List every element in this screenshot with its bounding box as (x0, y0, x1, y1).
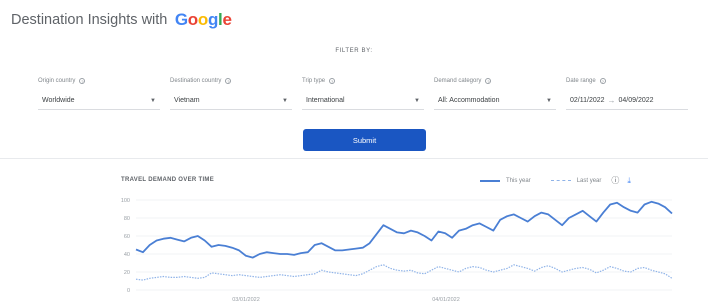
divider (0, 158, 708, 159)
trip-type-value: International (306, 97, 345, 104)
date-range-field: Date range? 02/11/2022 → 04/09/2022 (566, 78, 688, 112)
trip-type-select[interactable]: International ▼ (302, 92, 424, 110)
filter-title: FILTER BY: (335, 48, 373, 54)
help-icon[interactable]: ? (599, 78, 606, 84)
series-line-this-year (135, 200, 673, 259)
arrow-right-icon: → (607, 95, 616, 105)
help-icon[interactable]: ⓘ (611, 175, 619, 186)
origin-country-value: Worldwide (42, 97, 75, 104)
page-header: Destination Insights with Google (11, 10, 232, 30)
download-icon[interactable]: ⤓ (627, 176, 631, 186)
destination-country-label: Destination country (170, 78, 222, 84)
legend-swatch-this-year (480, 179, 500, 182)
destination-country-select[interactable]: Vietnam ▼ (170, 92, 292, 110)
chevron-down-icon: ▼ (414, 98, 420, 104)
destination-country-value: Vietnam (174, 97, 200, 104)
submit-button[interactable]: Submit (303, 129, 426, 151)
date-range-label: Date range (566, 78, 596, 84)
origin-country-label: Origin country (38, 78, 76, 84)
help-icon[interactable]: ? (79, 78, 86, 84)
date-range-end[interactable]: 04/09/2022 (619, 92, 654, 110)
legend-last-year: Last year (576, 177, 602, 184)
chart-title: TRAVEL DEMAND OVER TIME (121, 177, 215, 183)
x-tick-label: 03/01/2022 (232, 297, 260, 303)
google-logo: Google (174, 10, 232, 29)
legend-this-year: This year (506, 177, 531, 184)
legend-swatch-last-year (550, 180, 571, 181)
trip-type-field: Trip type? International ▼ (302, 78, 424, 112)
demand-category-label: Demand category (434, 78, 482, 84)
origin-country-field: Origin country? Worldwide ▼ (38, 78, 160, 112)
y-tick-label: 20 (124, 270, 130, 276)
page-title: Destination Insights with (11, 12, 168, 28)
help-icon[interactable]: ? (225, 78, 232, 84)
help-icon[interactable]: ? (329, 78, 336, 84)
y-tick-label: 80 (124, 216, 130, 222)
chevron-down-icon: ▼ (150, 98, 156, 104)
demand-category-field: Demand category? All: Accommodation ▼ (434, 78, 556, 112)
travel-demand-chart: 0 20 40 60 80 100 03/01/2022 04/01/2022 (121, 198, 673, 303)
date-range-start[interactable]: 02/11/2022 (570, 92, 605, 110)
origin-country-select[interactable]: Worldwide ▼ (38, 92, 160, 110)
demand-category-select[interactable]: All: Accommodation ▼ (434, 92, 556, 110)
series-line-last-year (135, 264, 673, 281)
y-tick-label: 40 (124, 252, 130, 258)
x-tick-label: 04/01/2022 (432, 297, 460, 303)
y-tick-label: 60 (124, 234, 130, 240)
chevron-down-icon: ▼ (282, 98, 288, 104)
destination-country-field: Destination country? Vietnam ▼ (170, 78, 292, 112)
chart-legend: This year Last year ⓘ ⤓ (480, 175, 631, 186)
date-range-picker[interactable]: 02/11/2022 → 04/09/2022 (566, 92, 688, 110)
help-icon[interactable]: ? (485, 78, 492, 84)
trip-type-label: Trip type (302, 78, 326, 84)
y-tick-label: 100 (121, 198, 130, 204)
y-tick-label: 0 (127, 288, 130, 294)
demand-category-value: All: Accommodation (438, 97, 500, 104)
chevron-down-icon: ▼ (546, 98, 552, 104)
